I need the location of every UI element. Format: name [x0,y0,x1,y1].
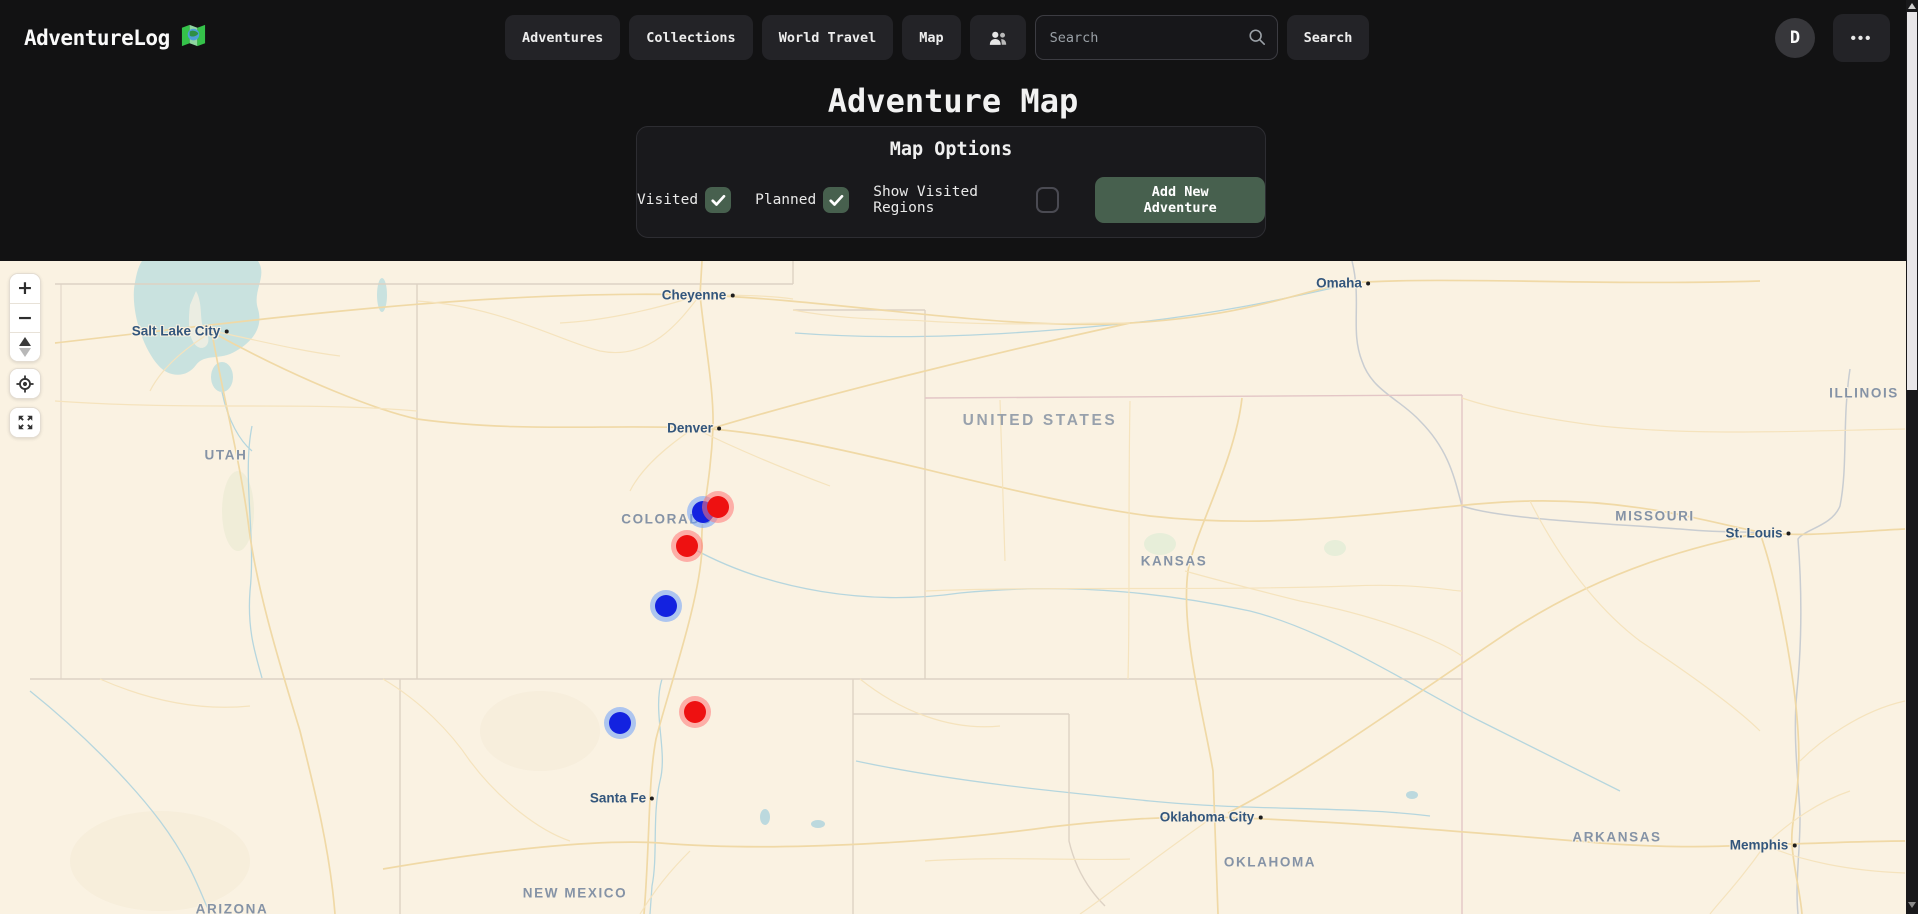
map-options-toggles: Visited Planned Show Visited Regions [637,184,1059,216]
state-label-arizona: ARIZONA [196,902,269,914]
map-annotations: UNITED STATESUTAHCOLORADOKANSASMISSOURII… [0,261,1906,914]
map-geolocate-control [9,368,41,399]
header-right-cluster: D ••• [1775,14,1890,62]
minus-icon: − [17,309,33,328]
zoom-in-button[interactable]: + [10,274,40,303]
checkbox-show-visited-regions[interactable] [1036,187,1060,213]
map-options-card: Map Options Visited Planned Show Visited R… [636,126,1266,238]
app-logo[interactable]: AdventureLog [24,22,207,53]
map-options-row: Visited Planned Show Visited Regions Add N… [637,177,1265,223]
compass-button[interactable] [10,332,40,361]
city-label-text: Omaha [1316,276,1362,291]
nav-item-world-travel[interactable]: World Travel [762,15,894,60]
city-label-text: Memphis [1730,838,1789,853]
page-scrollbar[interactable] [1906,0,1918,914]
state-label-kansas: KANSAS [1141,554,1208,569]
city-label-st-louis: St. Louis [1726,526,1791,541]
checkbox-planned[interactable] [823,187,849,213]
city-label-santa-fe: Santa Fe [590,791,654,806]
scrollbar-thumb[interactable] [1907,12,1917,390]
city-dot [224,329,228,333]
city-dot [730,293,734,297]
country-label: UNITED STATES [963,412,1118,430]
scrollbar-up-arrow-icon[interactable] [1908,3,1916,9]
map-canvas[interactable]: UNITED STATESUTAHCOLORADOKANSASMISSOURII… [0,261,1906,914]
city-label-text: Oklahoma City [1160,810,1255,825]
adventure-marker-visited[interactable] [655,595,677,617]
nav-item-adventures[interactable]: Adventures [505,15,620,60]
city-dot [1366,281,1370,285]
adventure-marker-planned[interactable] [707,496,729,518]
avatar[interactable]: D [1775,18,1815,58]
nav-buttons: AdventuresCollectionsWorld TravelMap [505,15,961,60]
state-label-arkansas: ARKANSAS [1572,830,1661,845]
people-icon [988,30,1008,46]
city-label-text: Cheyenne [662,288,727,303]
state-label-new-mexico: NEW MEXICO [523,886,628,901]
toggle-show-visited-regions: Show Visited Regions [873,184,1059,216]
city-label-text: St. Louis [1726,526,1783,541]
city-label-oklahoma-city: Oklahoma City [1160,810,1263,825]
toggle-label: Planned [755,192,816,208]
city-label-text: Denver [667,421,713,436]
fullscreen-button[interactable] [10,408,40,437]
state-label-utah: UTAH [205,448,248,463]
map-options-title: Map Options [637,139,1265,160]
city-label-text: Santa Fe [590,791,646,806]
fullscreen-icon [17,414,34,431]
scrollbar-down-arrow-icon[interactable] [1908,902,1916,908]
city-dot [650,796,654,800]
search-button[interactable]: Search [1287,15,1370,60]
adventure-marker-planned[interactable] [684,701,706,723]
nav-item-map[interactable]: Map [902,15,960,60]
city-label-salt-lake-city: Salt Lake City [132,324,229,339]
toggle-label: Show Visited Regions [873,184,1029,216]
zoom-out-button[interactable]: − [10,303,40,332]
toggle-planned: Planned [755,187,849,213]
state-label-oklahoma: OKLAHOMA [1224,855,1316,870]
search-input[interactable] [1035,15,1278,60]
page-title: Adventure Map [0,82,1906,120]
geolocate-icon [16,375,34,393]
city-dot [1258,815,1262,819]
map-emoji-icon [180,22,207,53]
compass-icon [19,337,31,357]
geolocate-button[interactable] [10,369,40,398]
city-label-omaha: Omaha [1316,276,1370,291]
toggle-label: Visited [637,192,698,208]
search-icon [1248,28,1266,50]
plus-icon: + [17,279,33,298]
city-label-cheyenne: Cheyenne [662,288,735,303]
map-fullscreen-control [9,407,41,438]
state-label-illinois: ILLINOIS [1829,386,1899,401]
more-menu-button[interactable]: ••• [1833,14,1890,62]
nav-item-collections[interactable]: Collections [629,15,752,60]
toggle-visited: Visited [637,187,731,213]
state-label-missouri: MISSOURI [1615,509,1695,524]
adventure-marker-planned[interactable] [676,535,698,557]
city-label-memphis: Memphis [1730,838,1797,853]
add-new-adventure-button[interactable]: Add New Adventure [1095,177,1265,223]
city-dot [1792,843,1796,847]
app-logo-text: AdventureLog [24,26,170,50]
city-dot [717,426,721,430]
city-label-text: Salt Lake City [132,324,221,339]
map-zoom-controls: + − [9,273,41,362]
primary-nav: AdventuresCollectionsWorld TravelMap Sea… [505,15,1369,60]
adventurelog-app: AdventureLog AdventuresCollectionsWorld … [0,0,1918,914]
shared-users-button[interactable] [970,15,1026,60]
checkbox-visited[interactable] [705,187,731,213]
city-dot [1787,531,1791,535]
city-label-denver: Denver [667,421,721,436]
search-wrap [1035,15,1278,60]
adventure-marker-visited[interactable] [609,712,631,734]
